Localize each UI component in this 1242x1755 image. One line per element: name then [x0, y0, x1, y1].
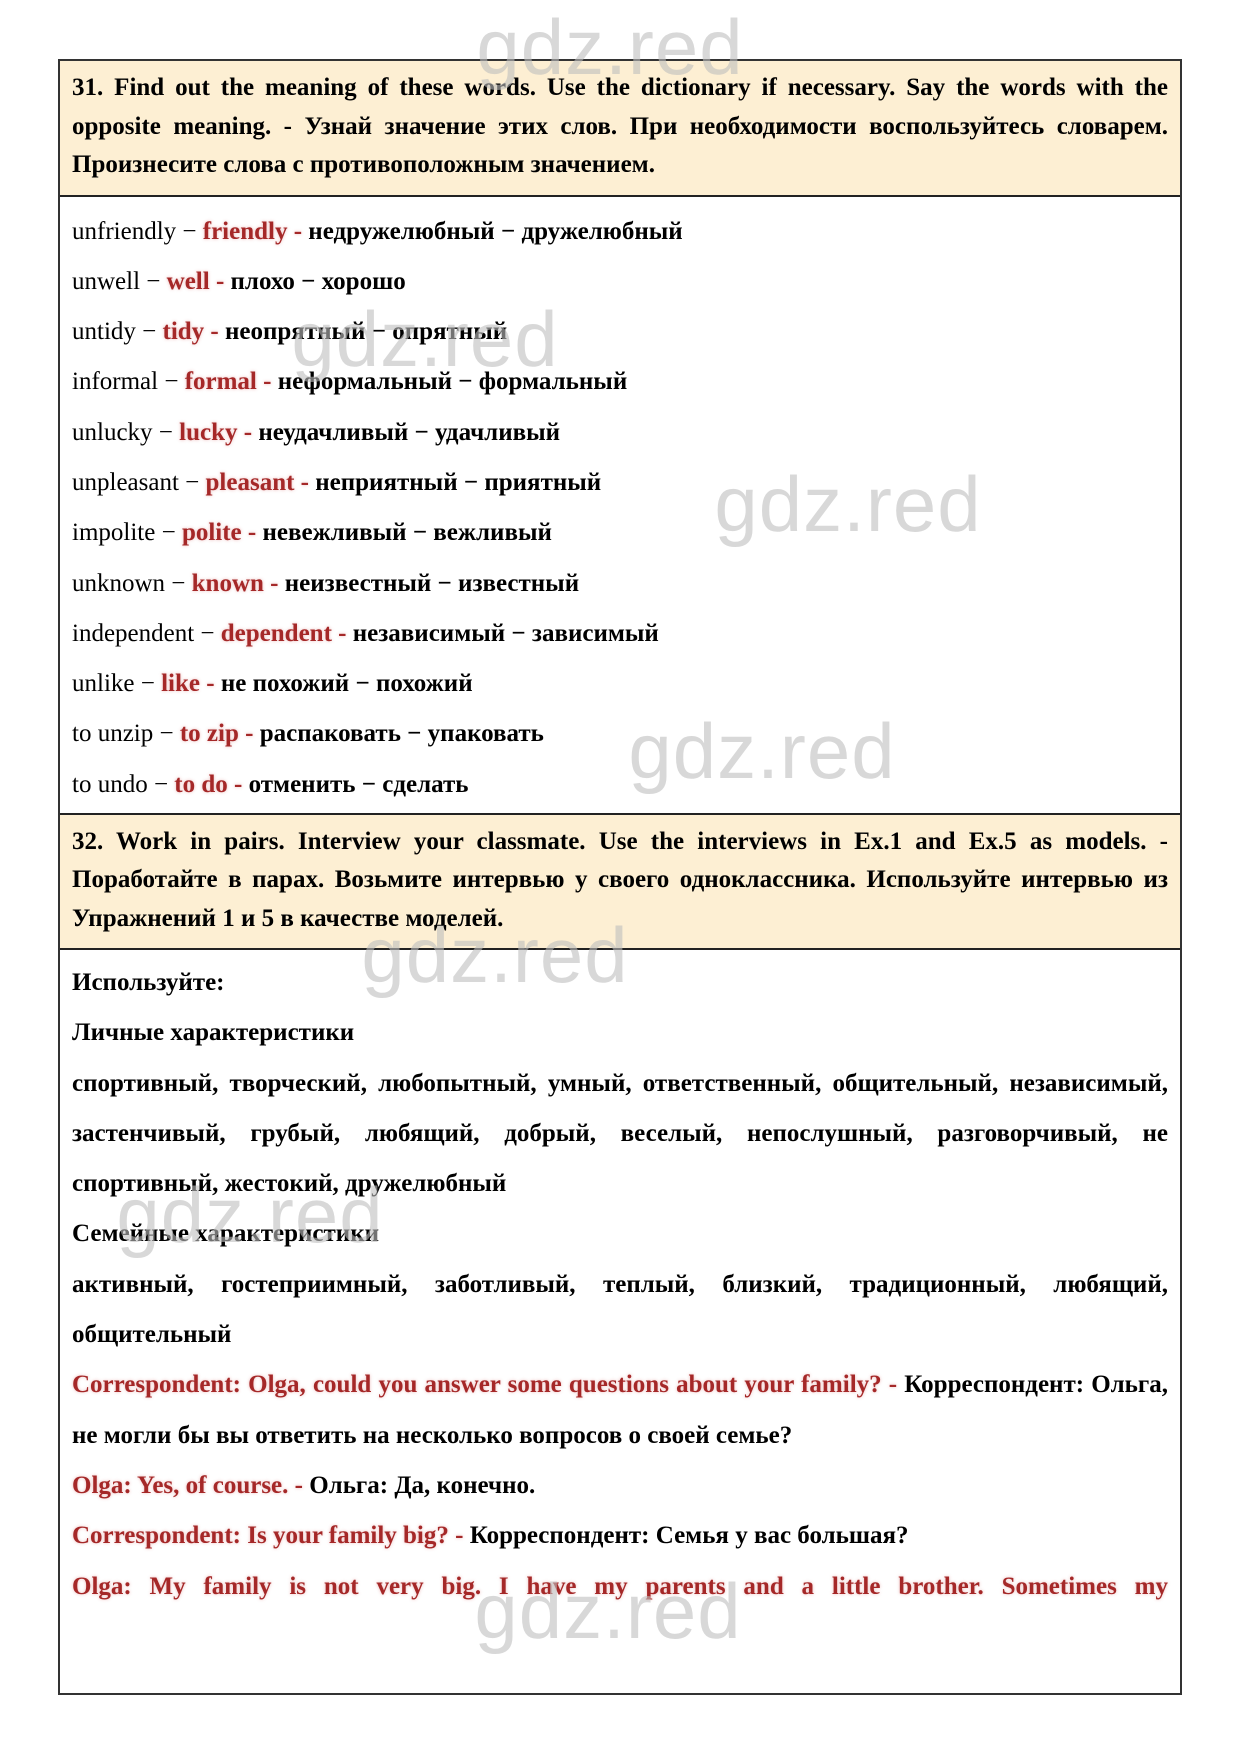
- word: unknown −: [72, 569, 192, 597]
- word: unpleasant −: [72, 468, 206, 496]
- word: untidy −: [72, 318, 163, 346]
- family-characteristics-list: активный, гостеприимный, заботливый, теп…: [72, 1270, 1168, 1349]
- dialogue-english: Olga: Yes, of course. -: [72, 1471, 310, 1499]
- word: independent −: [72, 619, 221, 647]
- opposite-word: pleasant -: [205, 468, 316, 496]
- word: to unzip −: [72, 720, 180, 748]
- opposite-word: friendly -: [202, 217, 309, 245]
- word-pair-row: impolite − polite - невежливый − вежливы…: [72, 508, 1168, 558]
- personal-characteristics-title: Личные характеристики: [72, 1019, 355, 1047]
- word-pair-row: unlike − like - не похожий − похожий: [72, 659, 1168, 709]
- opposite-word: formal -: [184, 368, 278, 396]
- translation: неизвестный − известный: [284, 569, 580, 597]
- opposite-word: to zip -: [179, 720, 260, 748]
- opposite-word: lucky -: [179, 418, 259, 446]
- word-pair-row: informal − formal - неформальный − форма…: [72, 357, 1168, 407]
- word-pair-row: independent − dependent - независимый − …: [72, 609, 1168, 659]
- word-pair-row: untidy − tidy - неопрятный − опрятный: [72, 307, 1168, 357]
- personal-characteristics-list: спортивный, творческий, любопытный, умны…: [72, 1069, 1168, 1198]
- opposite-word: polite -: [181, 519, 263, 547]
- dialogue-line: Correspondent: Is your family big? - Кор…: [72, 1511, 1168, 1561]
- use-label: Используйте:: [72, 969, 225, 996]
- dialogue-english: Olga: My family is not very big. I have …: [72, 1572, 1168, 1600]
- dialogue-english: Correspondent: Olga, could you answer so…: [72, 1371, 905, 1399]
- translation: независимый − зависимый: [352, 619, 659, 647]
- exercise-32-header: 32. Work in pairs. Interview your classm…: [60, 812, 1180, 950]
- word-pair-row: unknown − known - неизвестный − известны…: [72, 559, 1168, 609]
- translation: недружелюбный − дружелюбный: [308, 217, 683, 245]
- translation: неудачливый − удачливый: [258, 418, 561, 446]
- opposite-word: known -: [191, 569, 285, 597]
- translation: отменить − сделать: [248, 770, 469, 798]
- exercise-table: 31. Find out the meaning of these words.…: [58, 59, 1182, 1695]
- word-pair-row: unpleasant − pleasant - неприятный − при…: [72, 458, 1168, 508]
- opposite-word: well -: [166, 267, 231, 295]
- family-characteristics-title: Семейные характеристики: [72, 1220, 380, 1248]
- word-pair-row: unlucky − lucky - неудачливый − удачливы…: [72, 408, 1168, 458]
- word-pair-row: unwell − well - плохо − хорошо: [72, 257, 1168, 307]
- dialogue-line: Correspondent: Olga, could you answer so…: [72, 1360, 1168, 1461]
- translation: не похожий − похожий: [220, 670, 473, 698]
- translation: распаковать − упаковать: [259, 720, 544, 748]
- translation: неформальный − формальный: [277, 368, 628, 396]
- word-pair-row: to undo − to do - отменить − сделать: [72, 760, 1168, 810]
- opposite-word: like -: [161, 670, 221, 698]
- word: impolite −: [72, 519, 182, 547]
- word: unfriendly −: [72, 217, 203, 245]
- dialogue-line: Olga: Yes, of course. - Ольга: Да, конеч…: [72, 1461, 1168, 1511]
- dialogue-russian: Корреспондент: Семья у вас большая?: [469, 1522, 909, 1550]
- word: informal −: [72, 368, 185, 396]
- word-pair-row: to unzip − to zip - распаковать − упаков…: [72, 709, 1168, 759]
- opposite-word: tidy -: [162, 318, 225, 346]
- word: unlucky −: [72, 418, 180, 446]
- exercise-32-answer: Используйте: Личные характеристики спорт…: [60, 950, 1180, 1612]
- exercise-31-header: 31. Find out the meaning of these words.…: [60, 61, 1180, 197]
- word: unwell −: [72, 267, 167, 295]
- translation: невежливый − вежливый: [262, 519, 552, 547]
- exercise-31-answer: unfriendly − friendly - недружелюбный − …: [60, 197, 1180, 813]
- dialogue-russian: Ольга: Да, конечно.: [309, 1471, 536, 1499]
- translation: неприятный − приятный: [315, 468, 602, 496]
- dialogue-english: Correspondent: Is your family big? -: [72, 1522, 470, 1550]
- word: to undo −: [72, 770, 175, 798]
- word: unlike −: [72, 670, 162, 698]
- dialogue-line: Olga: My family is not very big. I have …: [72, 1562, 1168, 1612]
- opposite-word: to do -: [174, 770, 249, 798]
- translation: неопрятный − опрятный: [225, 318, 508, 346]
- translation: плохо − хорошо: [230, 267, 406, 295]
- opposite-word: dependent -: [220, 619, 353, 647]
- word-pair-row: unfriendly − friendly - недружелюбный − …: [72, 207, 1168, 257]
